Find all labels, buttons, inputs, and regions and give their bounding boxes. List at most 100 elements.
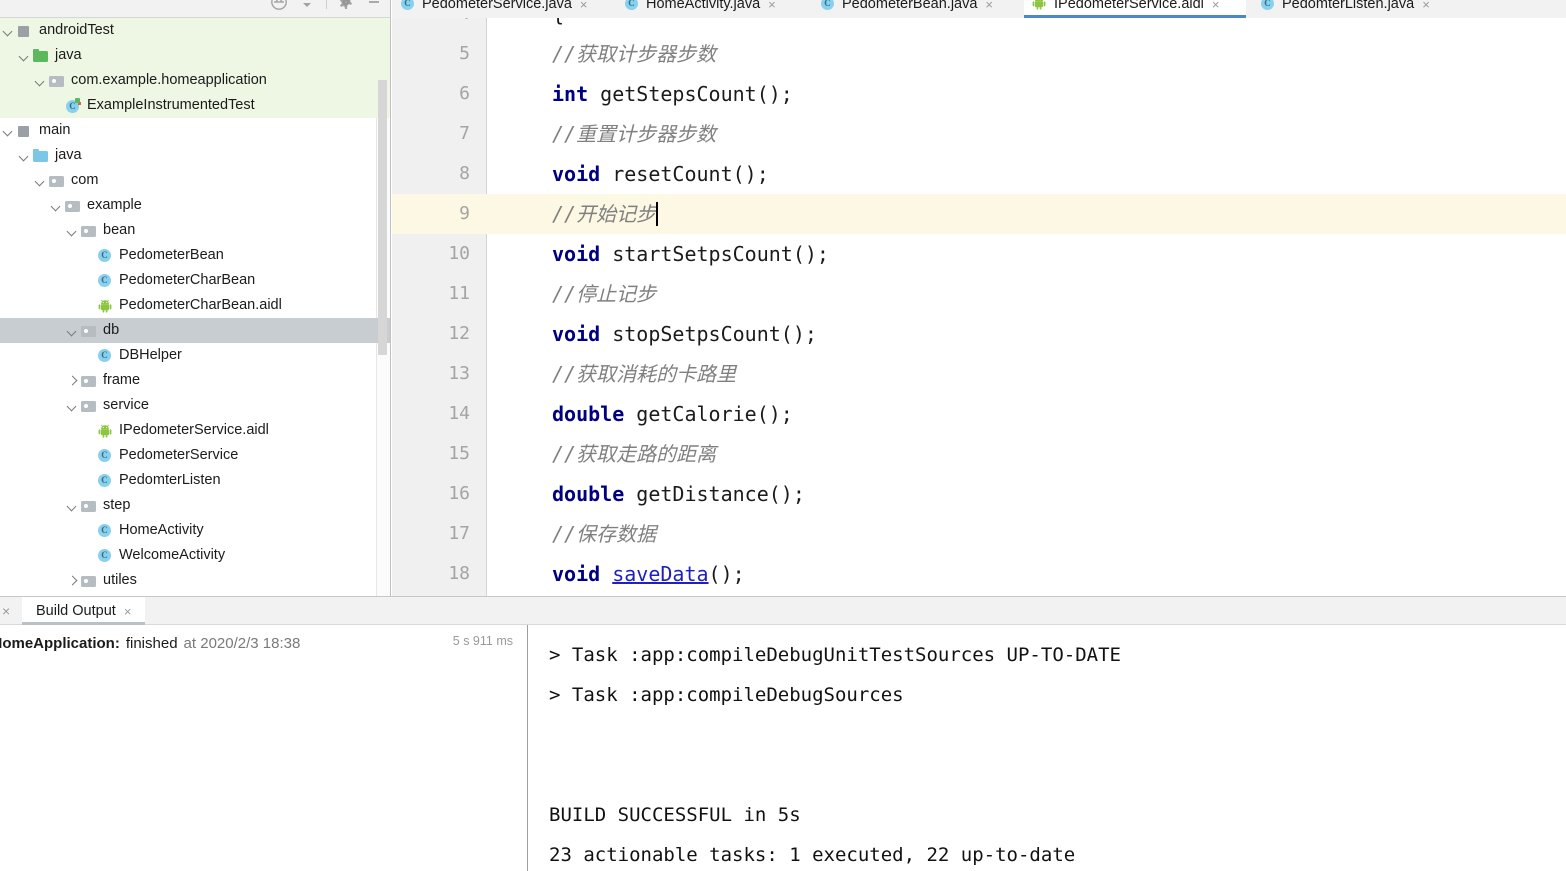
code-text[interactable]: void saveData(); <box>552 554 745 594</box>
code-line[interactable]: 13 //获取消耗的卡路里 <box>392 354 1566 394</box>
minimize-icon[interactable] <box>365 0 383 11</box>
tree-item-label: service <box>103 397 149 413</box>
tree-item-step[interactable]: step <box>0 493 390 518</box>
code-line[interactable]: 17 //保存数据 <box>392 514 1566 554</box>
code-line[interactable]: 4{ <box>392 18 1566 34</box>
project-scrollbar-thumb[interactable] <box>378 80 387 355</box>
build-console[interactable]: > Task :app:compileDebugUnitTestSources … <box>529 625 1566 871</box>
chevron-down-icon[interactable] <box>64 223 80 239</box>
code-line[interactable]: 6 int getStepsCount(); <box>392 74 1566 114</box>
code-text[interactable]: double getCalorie(); <box>552 394 793 434</box>
code-text[interactable]: //获取计步器步数 <box>552 34 716 74</box>
code-text[interactable]: { <box>552 18 564 34</box>
collapse-all-icon[interactable] <box>298 0 316 11</box>
code-text[interactable]: void stopSetpsCount(); <box>552 314 817 354</box>
code-line[interactable]: 5 //获取计步器步数 <box>392 34 1566 74</box>
tree-item-pedometercharbean[interactable]: PedometerCharBean <box>0 268 390 293</box>
chevron-down-icon[interactable] <box>0 123 16 139</box>
code-text[interactable]: //开始记步 <box>552 194 659 234</box>
tree-item-pedometerbean[interactable]: PedometerBean <box>0 243 390 268</box>
tree-item-androidtest[interactable]: androidTest <box>0 18 390 43</box>
chevron-down-icon[interactable] <box>64 323 80 339</box>
close-icon[interactable]: × <box>1422 0 1430 12</box>
build-event-row[interactable]: ld HomeApplication: finished at 2020/2/3… <box>0 631 494 655</box>
close-icon[interactable]: × <box>768 0 776 12</box>
code-text[interactable]: //保存数据 <box>552 514 656 554</box>
code-token: void <box>552 162 601 186</box>
code-editor[interactable]: 4{5//获取计步器步数 6 int getStepsCount();7//重置计步… <box>392 18 1566 596</box>
tree-item-welcomeactivity[interactable]: WelcomeActivity <box>0 543 390 568</box>
chevron-down-icon[interactable] <box>16 48 32 64</box>
editor-tab-homeactivity-java[interactable]: HomeActivity.java × <box>616 0 812 18</box>
code-text[interactable]: //停止记步 <box>552 274 656 314</box>
tree-item-example[interactable]: example <box>0 193 390 218</box>
tree-item-dbhelper[interactable]: DBHelper <box>0 343 390 368</box>
editor-tab-pedometerbean-java[interactable]: PedometerBean.java × <box>812 0 1014 18</box>
chevron-down-icon[interactable] <box>16 148 32 164</box>
code-text[interactable]: double getDistance(); <box>552 474 805 514</box>
close-icon[interactable]: × <box>124 604 132 619</box>
editor-tab-pedometerservice-java[interactable]: PedometerService.java × <box>392 0 616 18</box>
close-icon[interactable]: × <box>580 0 588 12</box>
tree-item-exampleinstrumentedtest[interactable]: ExampleInstrumentedTest <box>0 93 390 118</box>
tree-item-ipedometerservice-aidl[interactable]: IPedometerService.aidl <box>0 418 390 443</box>
tree-item-homeactivity[interactable]: HomeActivity <box>0 518 390 543</box>
chevron-down-icon[interactable] <box>32 173 48 189</box>
tree-item-frame[interactable]: frame <box>0 368 390 393</box>
code-text[interactable]: void resetCount(); <box>552 154 769 194</box>
code-text[interactable]: //重置计步器步数 <box>552 114 716 154</box>
code-line[interactable]: 18 void saveData(); <box>392 554 1566 594</box>
tree-item-main[interactable]: main <box>0 118 390 143</box>
editor-tab-ipedometerservice-aidl[interactable]: IPedometerService.aidl × <box>1024 0 1246 18</box>
code-line[interactable]: 10 void startSetpsCount(); <box>392 234 1566 274</box>
tab-build-output[interactable]: Build Output × <box>22 597 146 625</box>
tree-item-bean[interactable]: bean <box>0 218 390 243</box>
line-number: 6 <box>459 83 470 104</box>
code-line[interactable]: 8 void resetCount(); <box>392 154 1566 194</box>
code-line[interactable]: 11 //停止记步 <box>392 274 1566 314</box>
code-text[interactable]: //获取消耗的卡路里 <box>552 354 736 394</box>
code-line[interactable]: 9 //开始记步 <box>392 194 1566 234</box>
tree-item-label: PedometerCharBean <box>119 272 256 288</box>
chevron-down-icon[interactable] <box>64 498 80 514</box>
tree-item-service[interactable]: service <box>0 393 390 418</box>
gear-icon[interactable] <box>337 0 355 11</box>
tree-item-java[interactable]: java <box>0 43 390 68</box>
code-line[interactable]: 7 //重置计步器步数 <box>392 114 1566 154</box>
chevron-down-icon[interactable] <box>0 23 16 39</box>
close-icon[interactable]: × <box>1212 0 1220 12</box>
chevron-down-icon[interactable] <box>48 198 64 214</box>
tree-item-com-example-homeapplication[interactable]: com.example.homeapplication <box>0 68 390 93</box>
tree-item-label: com.example.homeapplication <box>71 72 267 88</box>
tree-item-pedometerservice[interactable]: PedometerService <box>0 443 390 468</box>
chevron-down-icon[interactable] <box>32 73 48 89</box>
code-line[interactable]: 15 //获取走路的距离 <box>392 434 1566 474</box>
close-icon[interactable]: × <box>985 0 993 12</box>
editor-tab-bar[interactable]: PedometerService.java × HomeActivity.java ×… <box>392 0 1566 18</box>
chevron-right-icon[interactable] <box>64 573 80 589</box>
code-line[interactable]: 14 double getCalorie(); <box>392 394 1566 434</box>
code-line[interactable]: 12 void stopSetpsCount(); <box>392 314 1566 354</box>
chevron-right-icon[interactable] <box>64 373 80 389</box>
tree-item-java[interactable]: java <box>0 143 390 168</box>
build-events-tree[interactable]: ld HomeApplication: finished at 2020/2/3… <box>0 625 528 871</box>
code-line[interactable]: 16 double getDistance(); <box>392 474 1566 514</box>
tree-item-utiles[interactable]: utiles <box>0 568 390 593</box>
code-text[interactable]: //获取走路的距离 <box>552 434 716 474</box>
chevron-down-icon[interactable] <box>64 398 80 414</box>
code-text[interactable]: int getStepsCount(); <box>552 74 793 114</box>
tree-item-db[interactable]: db <box>0 318 390 343</box>
editor-tab-pedomterlisten-java[interactable]: PedomterListen.java × <box>1252 0 1452 18</box>
tree-item-pedomterlisten[interactable]: PedomterListen <box>0 468 390 493</box>
code-text[interactable]: void startSetpsCount(); <box>552 234 829 274</box>
project-tree[interactable]: androidTest java com.example.homeapplicati… <box>0 18 390 596</box>
hide-tool-window-icon[interactable]: × <box>2 603 10 619</box>
tree-item-pedometercharbean-aidl[interactable]: PedometerCharBean.aidl <box>0 293 390 318</box>
tree-item-com[interactable]: com <box>0 168 390 193</box>
code-token[interactable]: saveData <box>612 562 708 586</box>
android-icon[interactable] <box>270 0 288 11</box>
